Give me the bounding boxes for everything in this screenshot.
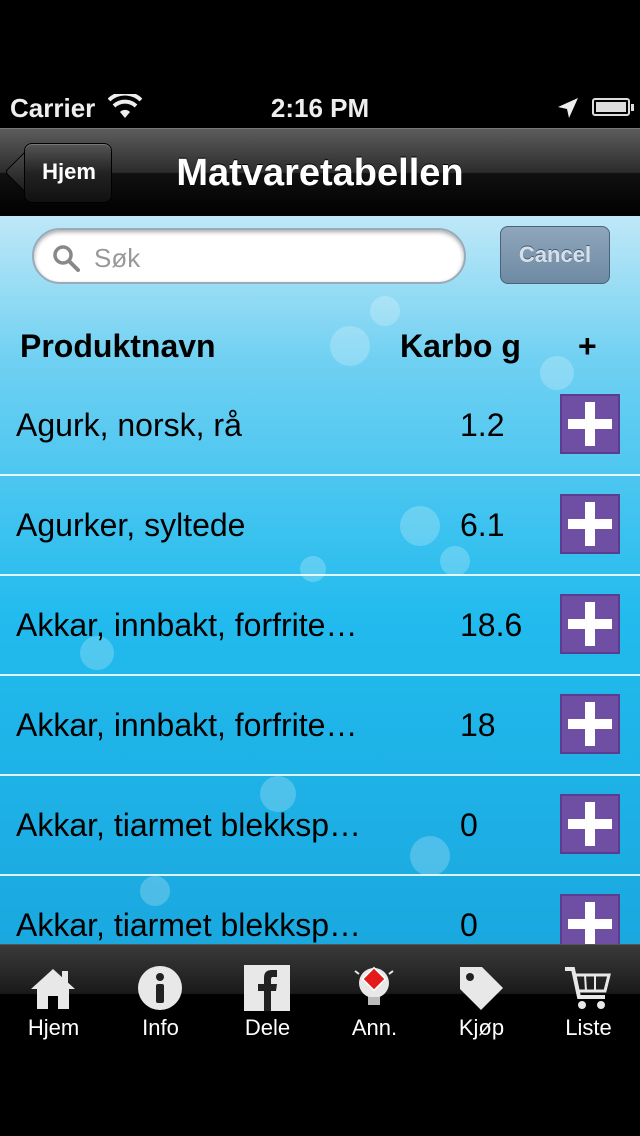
tab-hjem[interactable]: Hjem [0,945,107,1043]
product-name: Akkar, innbakt, forfrite… [16,707,358,743]
home-icon [31,969,75,1009]
back-button-label: Hjem [42,159,96,184]
table-row[interactable]: Akkar, tiarmet blekksp… 0 [0,776,640,876]
ad-icon [354,966,394,1005]
column-header-name: Produktnavn [20,328,216,364]
product-name: Akkar, innbakt, forfrite… [16,607,358,643]
tab-ann[interactable]: Ann. [321,945,428,1043]
content-area: Cancel Produktnavn Karbo g + Agurk, nors… [0,216,640,944]
table-header: Produktnavn Karbo g + [0,324,640,372]
table-row[interactable]: Akkar, innbakt, forfrite… 18.6 [0,576,640,676]
cart-icon [565,967,611,1009]
karbo-value: 6.1 [460,507,505,543]
karbo-value: 18.6 [460,607,523,643]
status-time: 2:16 PM [270,93,370,123]
search-field[interactable] [32,228,466,284]
tab-dele[interactable]: Dele [214,945,321,1043]
table-row[interactable]: Agurker, syltede 6.1 [0,476,640,576]
tab-label: Info [142,1015,179,1040]
karbo-value: 18 [460,707,496,743]
battery-icon [592,98,634,116]
bottom-bezel [0,1042,640,1136]
tab-kjop[interactable]: Kjøp [428,945,535,1043]
tab-label: Dele [244,1015,291,1040]
product-name: Agurker, syltede [16,507,246,543]
page-title: Matvaretabellen [176,152,464,194]
info-icon [138,966,182,1010]
add-button[interactable] [560,594,620,654]
karbo-value: 0 [460,807,478,843]
status-bar: Carrier 2:16 PM [0,88,640,128]
facebook-icon [244,965,290,1011]
add-button[interactable] [560,794,620,854]
table-row[interactable]: Akkar, tiarmet blekksp… 0 [0,876,640,944]
product-name: Akkar, tiarmet blekksp… [16,807,361,843]
table-row[interactable]: Akkar, innbakt, forfrite… 18 [0,676,640,776]
tag-icon [460,967,503,1010]
tab-info[interactable]: Info [107,945,214,1043]
tab-liste[interactable]: Liste [535,945,640,1043]
cancel-button[interactable]: Cancel [500,226,610,284]
tab-label: Hjem [27,1015,80,1040]
back-button[interactable]: Hjem [4,142,112,203]
search-input[interactable] [92,240,456,276]
tab-label: Kjøp [458,1015,505,1040]
product-name: Akkar, tiarmet blekksp… [16,907,361,943]
tab-label: Ann. [351,1015,398,1040]
add-button[interactable] [560,694,620,754]
table-row[interactable]: Agurk, norsk, rå 1.2 [0,376,640,476]
add-button[interactable] [560,894,620,944]
add-button[interactable] [560,494,620,554]
karbo-value: 0 [460,907,478,943]
product-name: Agurk, norsk, rå [16,407,242,443]
navigation-bar: Hjem Matvaretabellen [0,128,640,216]
column-header-add: + [578,328,597,364]
tab-label: Liste [565,1015,612,1040]
tab-bar: Hjem Info Dele Ann. Kjøp Liste [0,944,640,1042]
column-header-karbo: Karbo g [400,328,521,364]
decoration [370,296,400,326]
search-icon [53,245,80,272]
location-icon [558,98,578,118]
add-button[interactable] [560,394,620,454]
karbo-value: 1.2 [460,407,505,443]
status-bar-area: Carrier 2:16 PM [0,0,640,128]
